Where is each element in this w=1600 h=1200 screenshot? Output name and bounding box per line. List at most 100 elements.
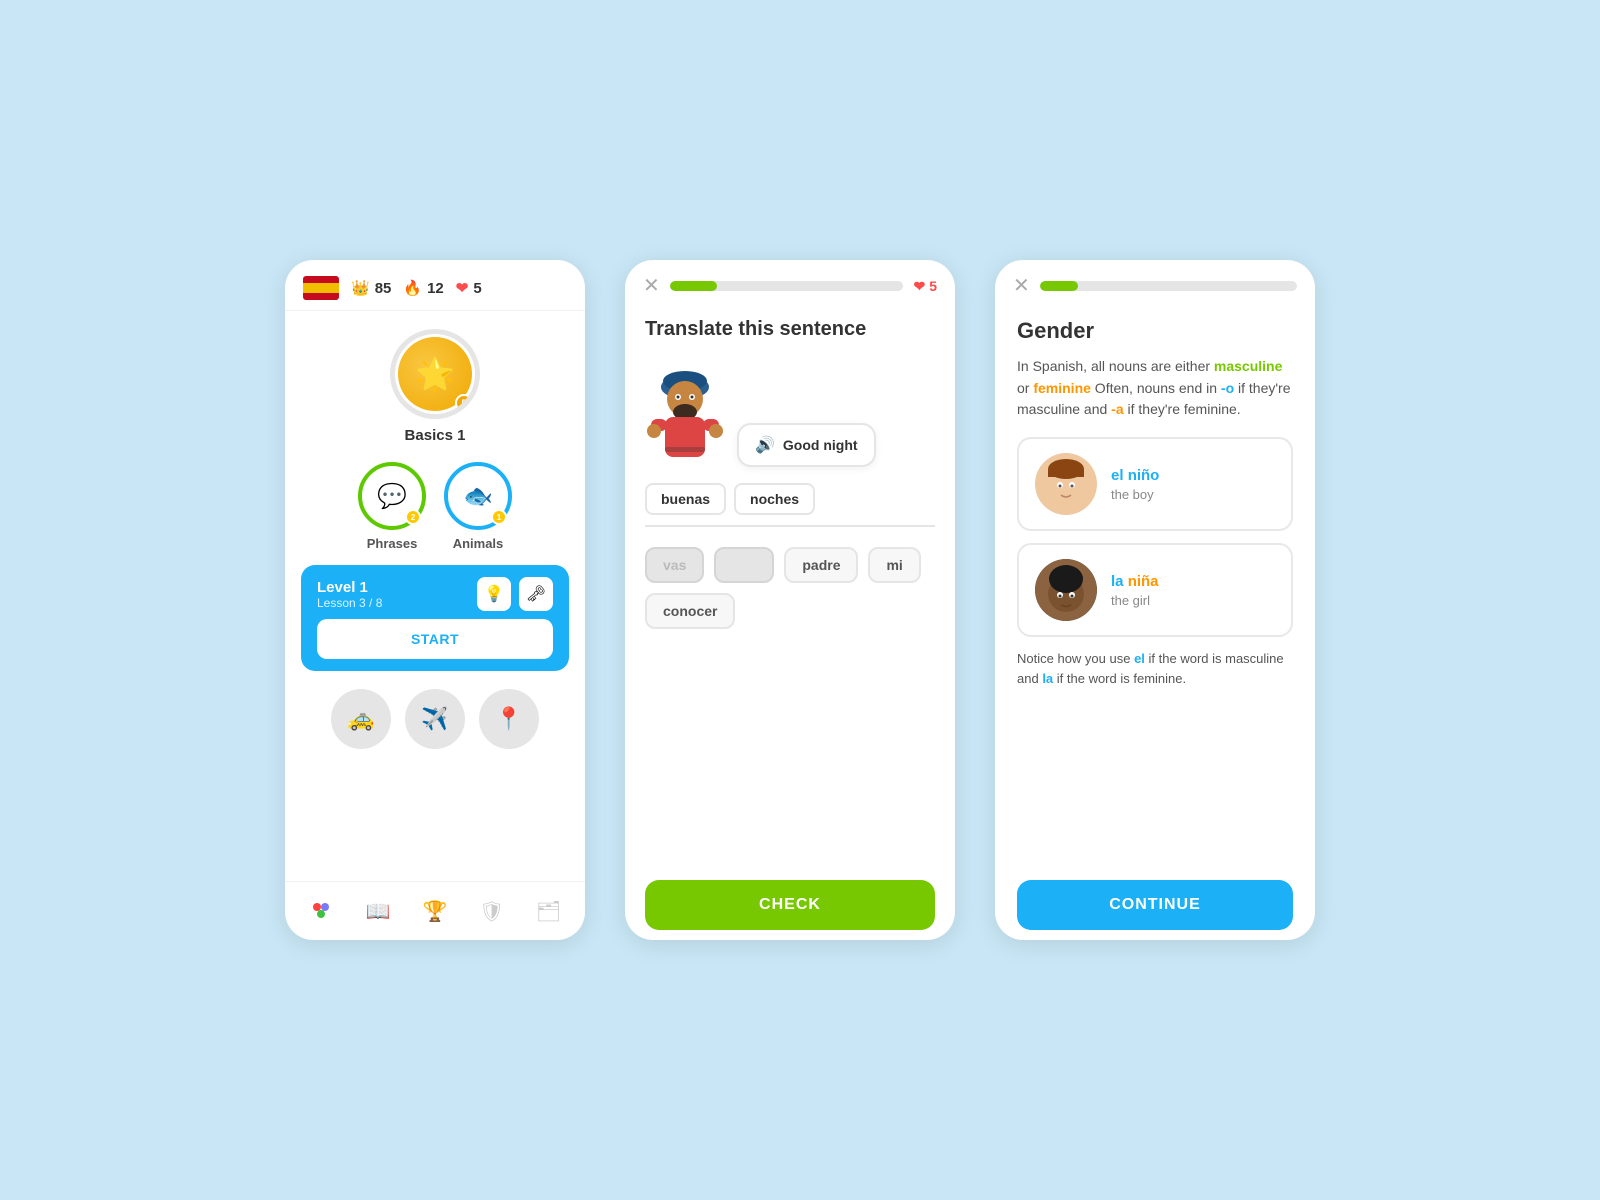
phrases-label: Phrases [367,536,418,551]
translate-screen: ✕ ❤ 5 Translate this sentence [625,260,955,940]
word-token-placeholder1[interactable] [714,547,774,583]
heart-value: 5 [473,280,481,297]
animals-label: Animals [453,536,504,551]
continue-button[interactable]: CONTINUE [1017,880,1293,930]
level-header: Level 1 Lesson 3 / 8 💡 🗝 [317,577,553,611]
boy-spanish: el niño [1111,467,1159,484]
nino-label: niño [1128,467,1160,484]
bottom-nav: 📖 🏆 🛡 🗂 [285,881,585,940]
animals-wrap[interactable]: 🐟 1 Animals [444,462,512,551]
girl-english: the girl [1111,593,1159,608]
fire-value: 12 [427,280,444,297]
animals-badge: 1 [491,509,507,525]
word-token-mi[interactable]: mi [868,547,920,583]
word-token-conocer[interactable]: conocer [645,593,735,629]
animals-icon: 🐟 [463,482,493,511]
phrases-badge: 2 [405,509,421,525]
basics-badge: 5 [455,394,473,412]
hearts-value: 5 [929,278,937,294]
answer-area[interactable]: buenas noches [645,483,935,527]
phrases-wrap[interactable]: 💬 2 Phrases [358,462,426,551]
locked-lessons: 🚕 ✈️ 📍 [331,683,539,755]
check-button[interactable]: CHECK [645,880,935,930]
nav-learn[interactable]: 📖 [361,894,395,928]
heart-icon-translate: ❤ [913,278,925,295]
nav-home[interactable] [304,894,338,928]
masculine-label: masculine [1214,358,1282,374]
gender-close-button[interactable]: ✕ [1013,276,1030,296]
character-illustration [645,357,725,467]
progress-bar [670,281,904,291]
la-label: la [1111,573,1128,590]
note-pre: Notice how you use [1017,651,1134,666]
gender-description: In Spanish, all nouns are either masculi… [1017,356,1293,421]
el-label: el [1111,467,1128,484]
speech-bubble: 🔊 Good night [737,423,876,467]
word-token-vas[interactable]: vas [645,547,704,583]
flag-bottom [303,293,339,300]
girl-avatar [1035,559,1097,621]
gender-desc-or: or [1017,380,1033,396]
nina-label: niña [1128,573,1159,590]
gender-desc-end: if they're feminine. [1124,401,1241,417]
translate-title: Translate this sentence [645,318,935,341]
answer-token-buenas[interactable]: buenas [645,483,726,515]
heart-stat: ❤ 5 [456,279,482,297]
o-ending: -o [1221,380,1234,396]
home-header: 👑 85 🔥 12 ❤ 5 [285,260,585,311]
phrases-circle[interactable]: 💬 2 [358,462,426,530]
nav-achievements[interactable]: 🏆 [418,894,452,928]
animals-circle[interactable]: 🐟 1 [444,462,512,530]
spain-flag [303,276,339,300]
gender-body: Gender In Spanish, all nouns are either … [995,308,1315,940]
locked-lesson-1: 🚕 [331,689,391,749]
fire-icon: 🔥 [403,279,422,297]
lightbulb-button[interactable]: 💡 [477,577,511,611]
boy-avatar [1035,453,1097,515]
boy-english: the boy [1111,487,1159,502]
sub-lessons: 💬 2 Phrases 🐟 1 Animals [358,462,512,551]
level-subtitle: Lesson 3 / 8 [317,596,382,610]
girl-text: la niña the girl [1111,573,1159,608]
crown-icon: 👑 [351,279,370,297]
speaker-icon[interactable]: 🔊 [755,435,775,455]
level-icon-buttons: 💡 🗝 [477,577,553,611]
basics-label: Basics 1 [405,427,466,444]
boy-text: el niño the boy [1111,467,1159,502]
start-button[interactable]: START [317,619,553,659]
note-el: el [1134,651,1145,666]
locked-lesson-3: 📍 [479,689,539,749]
heart-icon: ❤ [456,279,469,297]
note-post: if the word is feminine. [1053,671,1186,686]
girl-example: la niña the girl [1017,543,1293,637]
nav-cards[interactable]: 🗂 [532,894,566,928]
locked-lesson-2: ✈️ [405,689,465,749]
answer-token-noches[interactable]: noches [734,483,815,515]
feminine-label: feminine [1033,380,1091,396]
basics-section[interactable]: 🌟 5 Basics 1 [390,329,480,444]
home-screen: 👑 85 🔥 12 ❤ 5 🌟 5 Basics 1 💬 2 [285,260,585,940]
speech-text: Good night [783,437,858,453]
gender-note: Notice how you use el if the word is mas… [1017,649,1293,689]
word-token-padre[interactable]: padre [784,547,858,583]
gender-desc-intro: In Spanish, all nouns are either [1017,358,1214,374]
word-bank: vas padre mi conocer [645,547,935,629]
hearts-count: ❤ 5 [913,278,937,295]
gender-desc-mid: Often, nouns end in [1091,380,1221,396]
level-info: Level 1 Lesson 3 / 8 [317,579,382,610]
translate-header: ✕ ❤ 5 [625,260,955,308]
close-button[interactable]: ✕ [643,276,660,296]
gender-header: ✕ [995,260,1315,308]
nav-shield[interactable]: 🛡 [475,894,509,928]
translate-body: Translate this sentence [625,308,955,940]
crown-value: 85 [375,280,392,297]
flag-top [303,276,339,283]
basics-circle[interactable]: 🌟 5 [390,329,480,419]
character-area: 🔊 Good night [645,357,935,467]
a-ending: -a [1111,401,1123,417]
key-button[interactable]: 🗝 [519,577,553,611]
gender-title: Gender [1017,318,1293,344]
fire-stat: 🔥 12 [403,279,443,297]
flag-middle [303,283,339,293]
note-la: la [1042,671,1053,686]
